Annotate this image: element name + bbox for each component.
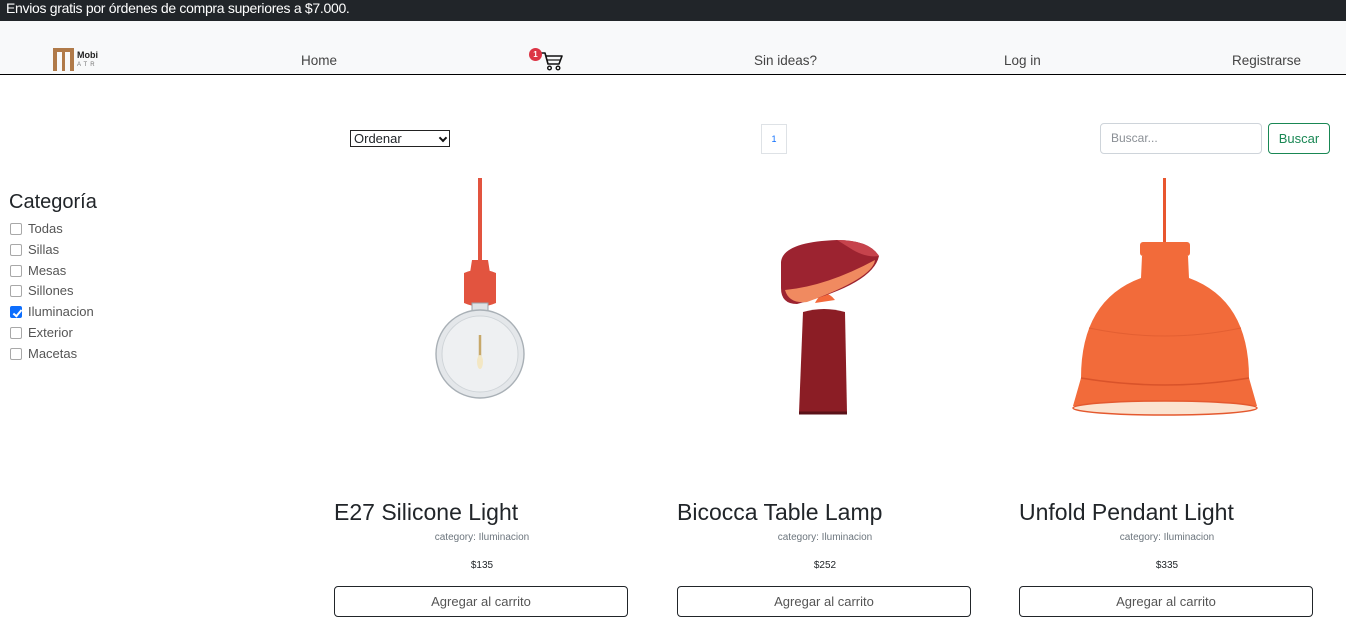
product-card: E27 Silicone Light category: Iluminacion…: [334, 178, 630, 621]
category-checkbox[interactable]: [10, 243, 22, 256]
search-button[interactable]: Buscar: [1268, 123, 1330, 154]
product-category: category: Iluminacion: [434, 532, 530, 543]
search-input[interactable]: Buscar...: [1100, 123, 1262, 154]
cart-button[interactable]: 1: [529, 48, 565, 72]
category-item-macetas[interactable]: Macetas: [9, 345, 209, 366]
category-title: Categoría: [9, 191, 97, 213]
category-label: Sillas: [28, 241, 60, 257]
product-card: Unfold Pendant Light category: Iluminaci…: [1019, 178, 1315, 621]
logo-sub: ATR: [77, 62, 98, 68]
product-price: $335: [1155, 560, 1179, 571]
nav-home-link[interactable]: Home: [301, 53, 337, 69]
category-label: Mesas: [28, 262, 67, 278]
product-title: Bicocca Table Lamp: [677, 499, 883, 525]
category-checkbox[interactable]: [10, 223, 22, 235]
product-category: category: Iluminacion: [777, 532, 873, 543]
promo-text: Envios gratis por órdenes de compra supe…: [6, 0, 350, 16]
product-title: Unfold Pendant Light: [1019, 499, 1234, 525]
category-item-mesas[interactable]: Mesas: [9, 262, 209, 283]
category-label: Todas: [28, 221, 63, 236]
category-item-iluminacion[interactable]: Iluminacion: [9, 303, 209, 324]
sort-selected-value: Ordenar: [354, 131, 402, 146]
nav-ideas-link[interactable]: Sin ideas?: [754, 53, 817, 69]
add-to-cart-button[interactable]: Agregar al carrito: [334, 586, 628, 617]
product-price: $252: [813, 560, 837, 571]
add-to-cart-button[interactable]: Agregar al carrito: [1019, 586, 1313, 617]
product-card: Bicocca Table Lamp category: Iluminacion…: [677, 178, 973, 621]
sort-select[interactable]: Ordenar: [350, 130, 450, 147]
cart-count-badge: 1: [529, 48, 542, 61]
category-item-sillas[interactable]: Sillas: [9, 241, 209, 262]
product-image-unfold-pendant-light[interactable]: [1019, 178, 1315, 468]
promo-banner: Envios gratis por órdenes de compra supe…: [0, 0, 1346, 21]
category-label: Sillones: [28, 283, 74, 299]
category-label: Iluminacion: [28, 304, 94, 320]
category-label: Exterior: [28, 324, 73, 340]
category-item-sillones[interactable]: Sillones: [9, 282, 209, 303]
product-price: $135: [470, 560, 494, 571]
category-checkbox-checked[interactable]: [10, 306, 22, 319]
brand-logo[interactable]: Mobi ATR: [53, 48, 103, 71]
nav-register-link[interactable]: Registrarse: [1232, 53, 1301, 69]
nav-login-link[interactable]: Log in: [1004, 53, 1041, 69]
category-checkbox[interactable]: [10, 285, 22, 298]
main-navbar: Mobi ATR Home 1 Sin ideas? Log in Regist…: [0, 21, 1346, 75]
add-to-cart-button[interactable]: Agregar al carrito: [677, 586, 971, 617]
chevron-down-icon: [438, 133, 448, 143]
category-item-exterior[interactable]: Exterior: [9, 324, 209, 345]
category-checkbox[interactable]: [10, 264, 22, 277]
product-title: E27 Silicone Light: [334, 499, 519, 525]
category-filter: Categoría Todas Sillas Mesas Sillones Il…: [9, 190, 209, 366]
product-category: category: Iluminacion: [1119, 532, 1215, 543]
category-checkbox[interactable]: [10, 326, 22, 339]
logo-mark: [53, 48, 74, 71]
product-image-e27-silicone-light[interactable]: [334, 178, 630, 468]
product-image-bicocca-table-lamp[interactable]: [677, 178, 973, 468]
category-checkbox[interactable]: [10, 347, 22, 360]
category-label: Macetas: [28, 345, 78, 361]
pagination-page-1[interactable]: 1: [761, 124, 787, 154]
logo-word: Mobi: [77, 50, 98, 60]
category-item-todas[interactable]: Todas: [9, 220, 209, 241]
